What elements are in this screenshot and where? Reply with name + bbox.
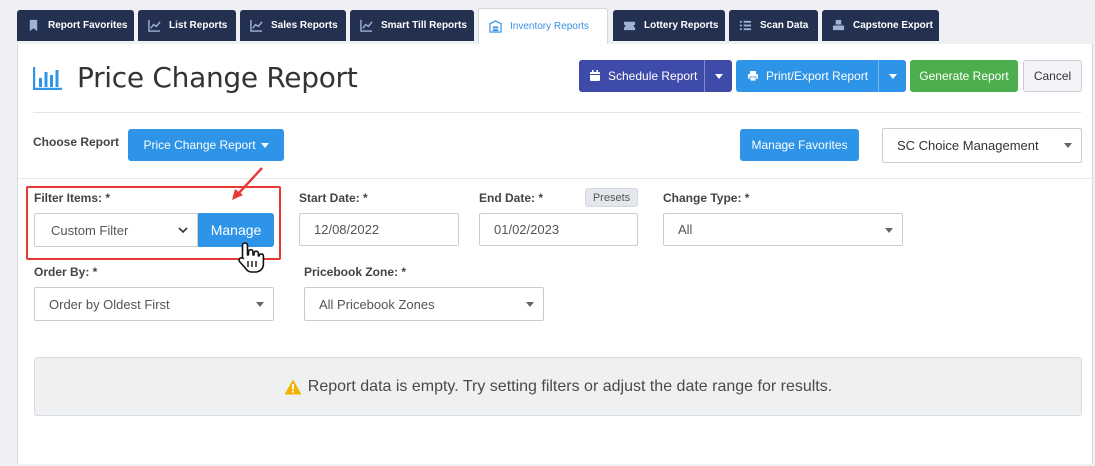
start-date-input[interactable]: 12/08/2022 (299, 213, 459, 246)
caret-down-icon (885, 228, 893, 233)
caret-down-icon (526, 302, 534, 307)
page-title: Price Change Report (77, 61, 358, 94)
bar-chart-icon (33, 66, 62, 90)
manage-favorites-button[interactable]: Manage Favorites (740, 129, 859, 161)
warehouse-icon (489, 20, 502, 33)
caret-down-icon (256, 302, 264, 307)
schedule-report-button[interactable]: Schedule Report (579, 60, 732, 92)
schedule-dropdown-toggle[interactable] (704, 60, 732, 92)
tab-smart-till-reports[interactable]: Smart Till Reports (350, 10, 474, 41)
print-dropdown-toggle[interactable] (878, 60, 906, 92)
tab-list-reports[interactable]: List Reports (138, 10, 236, 41)
pricebook-zone-select[interactable]: All Pricebook Zones (304, 287, 544, 321)
start-date-label: Start Date: * (299, 191, 368, 205)
cubes-icon (832, 19, 845, 31)
date-presets-button[interactable]: Presets (585, 188, 638, 207)
order-by-label: Order By: * (34, 265, 98, 279)
caret-down-icon (260, 142, 269, 148)
page-header: Price Change Report (33, 61, 358, 94)
divider (18, 178, 1094, 179)
ticket-icon (623, 21, 636, 31)
caret-down-icon (714, 73, 723, 79)
calendar-icon (590, 70, 600, 81)
caret-down-icon (888, 73, 897, 79)
tab-inventory-reports[interactable]: Inventory Reports (478, 8, 608, 44)
printer-icon (748, 71, 758, 82)
generate-report-button[interactable]: Generate Report (910, 60, 1018, 92)
chart-line-icon (148, 19, 161, 32)
change-type-label: Change Type: * (663, 191, 750, 205)
tab-report-favorites[interactable]: Report Favorites (17, 10, 134, 41)
choose-report-label: Choose Report (33, 135, 120, 149)
tab-scan-data[interactable]: Scan Data (729, 10, 818, 41)
bookmark-icon (29, 19, 38, 32)
cancel-button[interactable]: Cancel (1023, 60, 1082, 92)
list-icon (739, 20, 752, 31)
report-panel: Price Change Report Schedule Report Prin… (17, 44, 1094, 464)
annotation-arrow-icon (232, 167, 263, 200)
change-type-select[interactable]: All (663, 213, 903, 246)
chart-line-icon (250, 19, 263, 32)
tab-lottery-reports[interactable]: Lottery Reports (613, 10, 725, 41)
tab-sales-reports[interactable]: Sales Reports (240, 10, 346, 41)
warning-icon (284, 379, 302, 394)
divider (33, 112, 1081, 113)
print-export-report-button[interactable]: Print/Export Report (736, 60, 906, 92)
hand-pointer-cursor-icon (238, 242, 265, 273)
empty-report-message: Report data is empty. Try setting filter… (34, 357, 1082, 416)
end-date-label: End Date: * (479, 191, 544, 205)
choose-report-dropdown[interactable]: Price Change Report (128, 129, 284, 161)
tab-capstone-export[interactable]: Capstone Export (822, 10, 939, 41)
pricebook-zone-label: Pricebook Zone: * (304, 265, 407, 279)
caret-down-icon (1064, 143, 1072, 148)
report-tab-bar: Report Favorites List Reports Sales Repo… (0, 0, 1095, 44)
order-by-select[interactable]: Order by Oldest First (34, 287, 274, 321)
chart-line-icon (360, 19, 373, 32)
end-date-input[interactable]: 01/02/2023 (479, 213, 638, 246)
account-select[interactable]: SC Choice Management (882, 128, 1082, 163)
